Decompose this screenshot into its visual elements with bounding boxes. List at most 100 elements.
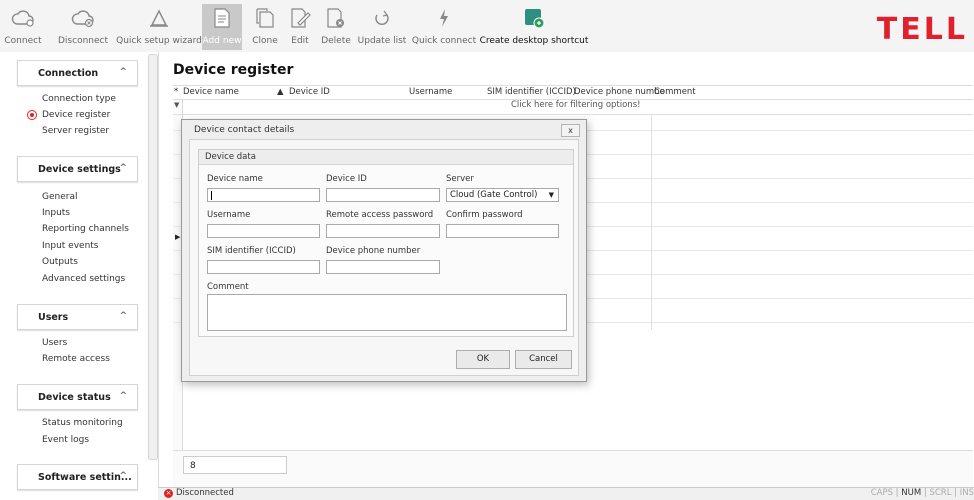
delete-document-icon <box>324 6 348 30</box>
ok-button[interactable]: OK <box>456 350 510 369</box>
phone-label: Device phone number <box>326 246 421 256</box>
confirm-password-input[interactable] <box>446 224 559 238</box>
section-device-settings-header[interactable]: Device settings ^ <box>17 156 138 182</box>
device-name-label: Device name <box>207 174 263 184</box>
section-users-header[interactable]: Users ^ <box>17 304 138 330</box>
delete-button[interactable]: Delete <box>320 4 352 50</box>
page-title: Device register <box>173 62 294 78</box>
scrl-indicator: SCRL <box>929 488 952 498</box>
clone-button[interactable]: Clone <box>250 4 280 50</box>
device-name-input[interactable] <box>207 188 320 202</box>
username-label: Username <box>207 210 251 220</box>
wizard-icon <box>147 6 171 30</box>
phone-input[interactable] <box>326 260 440 274</box>
filter-row[interactable]: ▼ Click here for filtering options! <box>173 98 973 115</box>
sidebar-scrollbar[interactable] <box>148 54 158 460</box>
refresh-icon <box>370 6 394 30</box>
confirm-password-label: Confirm password <box>446 210 523 220</box>
sim-input[interactable] <box>207 260 320 274</box>
sort-asc-icon: ▲ <box>277 87 284 97</box>
section-device-status-header[interactable]: Device status ^ <box>17 384 138 410</box>
cloud-disconnect-icon <box>71 6 95 30</box>
lightning-icon <box>432 6 456 30</box>
caps-indicator: CAPS <box>870 488 893 498</box>
device-contact-dialog: Device contact details x Device data Dev… <box>181 119 587 382</box>
column-header-sim[interactable]: SIM identifier (ICCID) <box>487 87 576 97</box>
record-count-field[interactable]: 8 <box>183 456 287 474</box>
sidebar-item-event-logs[interactable]: Event logs <box>42 435 89 445</box>
update-list-button[interactable]: Update list <box>358 4 406 50</box>
remote-password-input[interactable] <box>326 224 440 238</box>
edit-button[interactable]: Edit <box>287 4 313 50</box>
comment-textarea[interactable] <box>207 294 567 331</box>
connect-button[interactable]: Connect <box>4 4 42 50</box>
current-row-arrow-icon: ▶ <box>175 233 181 241</box>
dialog-body: Device data Device name Device ID Server… <box>189 139 579 376</box>
tell-logo: TELL <box>876 12 968 47</box>
add-new-button[interactable]: Add new <box>202 4 242 50</box>
text-caret <box>211 191 212 200</box>
cloud-connect-icon <box>11 6 35 30</box>
chevron-down-icon: ▼ <box>548 191 554 199</box>
sidebar: Connection ^ Connection type Device regis… <box>0 52 158 499</box>
sim-label: SIM identifier (ICCID) <box>207 246 296 256</box>
create-desktop-shortcut-button[interactable]: Create desktop shortcut <box>480 4 588 50</box>
add-document-icon <box>210 6 234 30</box>
filter-icon: ▼ <box>174 101 180 109</box>
selected-indicator-icon <box>27 110 37 120</box>
server-select-value: Cloud (Gate Control) <box>450 190 538 200</box>
chevron-up-icon: ^ <box>119 163 127 173</box>
quick-setup-wizard-button[interactable]: Quick setup wizard <box>116 4 202 50</box>
chevron-up-icon: ^ <box>119 311 127 321</box>
quick-connect-button[interactable]: Quick connect <box>412 4 476 50</box>
remote-password-label: Remote access password <box>326 210 434 220</box>
column-header-comment[interactable]: Comment <box>654 87 696 97</box>
chevron-up-icon: ^ <box>119 391 127 401</box>
disconnect-button[interactable]: Disconnect <box>56 4 110 50</box>
num-indicator: NUM <box>901 488 922 498</box>
section-software-settings-header[interactable]: Software settin... ^ <box>17 464 138 490</box>
edit-icon <box>288 6 312 30</box>
sidebar-item-general[interactable]: General <box>42 192 77 202</box>
shortcut-icon <box>522 6 546 30</box>
device-data-group: Device data Device name Device ID Server… <box>198 149 574 337</box>
grid-column-line <box>651 114 652 330</box>
column-header-device-id[interactable]: Device ID <box>289 87 330 97</box>
chevron-up-icon: ^ <box>119 67 127 77</box>
server-label: Server <box>446 174 474 184</box>
sidebar-item-device-register[interactable]: Device register <box>42 110 110 120</box>
row-indicator-icon: * <box>174 87 179 97</box>
chevron-up-icon: ^ <box>119 471 127 481</box>
comment-label: Comment <box>207 282 249 292</box>
close-button[interactable]: x <box>561 124 580 137</box>
keyboard-indicators: CAPS | NUM | SCRL | INS <box>870 488 974 498</box>
sidebar-item-users[interactable]: Users <box>42 338 67 348</box>
group-title: Device data <box>199 150 573 165</box>
sidebar-item-advanced-settings[interactable]: Advanced settings <box>42 274 125 284</box>
server-select[interactable]: Cloud (Gate Control) ▼ <box>446 188 559 202</box>
clone-icon <box>253 6 277 30</box>
grid-footer <box>173 450 973 487</box>
section-connection-header[interactable]: Connection ^ <box>17 60 138 86</box>
toolbar: Connect Disconnect Quick setup wizard Ad… <box>0 0 974 53</box>
sidebar-item-input-events[interactable]: Input events <box>42 241 99 251</box>
username-input[interactable] <box>207 224 320 238</box>
disconnected-icon: × <box>164 489 173 498</box>
ins-indicator: INS <box>959 488 974 498</box>
dialog-title: Device contact details <box>194 125 295 135</box>
column-header-device-name[interactable]: Device name <box>183 87 239 97</box>
connection-status: Disconnected <box>176 488 234 498</box>
device-id-label: Device ID <box>326 174 367 184</box>
sidebar-item-connection-type[interactable]: Connection type <box>42 94 116 104</box>
sidebar-item-status-monitoring[interactable]: Status monitoring <box>42 418 123 428</box>
sidebar-item-remote-access[interactable]: Remote access <box>42 354 110 364</box>
sidebar-item-inputs[interactable]: Inputs <box>42 208 70 218</box>
sidebar-item-outputs[interactable]: Outputs <box>42 257 78 267</box>
column-header-phone[interactable]: Device phone numbe <box>574 87 665 97</box>
cancel-button[interactable]: Cancel <box>515 350 572 369</box>
sidebar-item-reporting-channels[interactable]: Reporting channels <box>42 224 129 234</box>
column-header-username[interactable]: Username <box>409 87 452 97</box>
filter-hint: Click here for filtering options! <box>511 100 641 110</box>
device-id-input[interactable] <box>326 188 440 202</box>
sidebar-item-server-register[interactable]: Server register <box>42 126 109 136</box>
